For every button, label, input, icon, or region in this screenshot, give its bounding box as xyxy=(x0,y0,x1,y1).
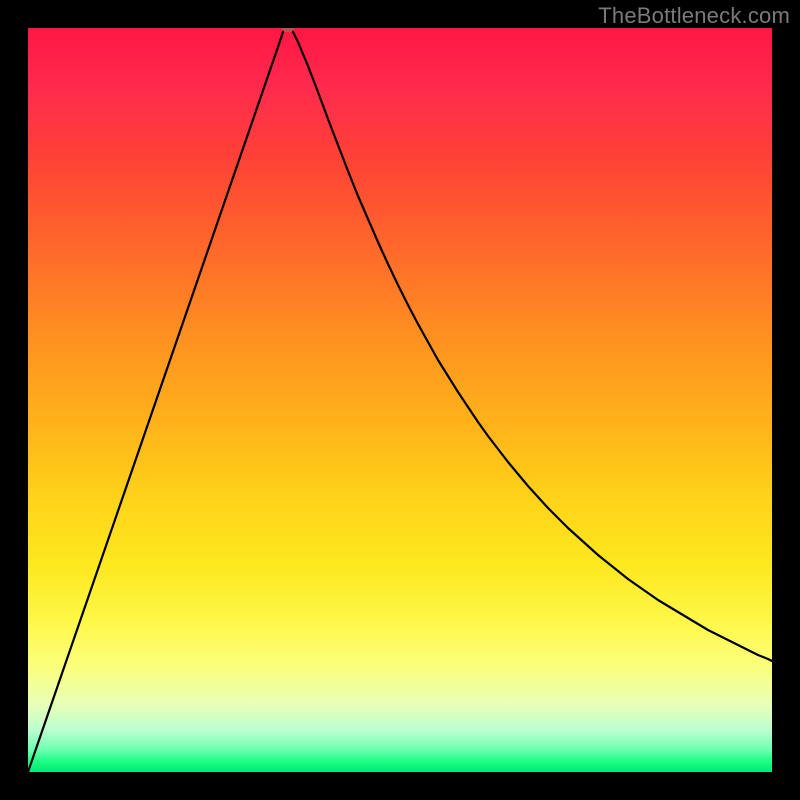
watermark-text: TheBottleneck.com xyxy=(598,3,790,29)
chart-frame: TheBottleneck.com xyxy=(0,0,800,800)
plot-area xyxy=(28,28,772,772)
bottleneck-curve xyxy=(28,28,772,772)
